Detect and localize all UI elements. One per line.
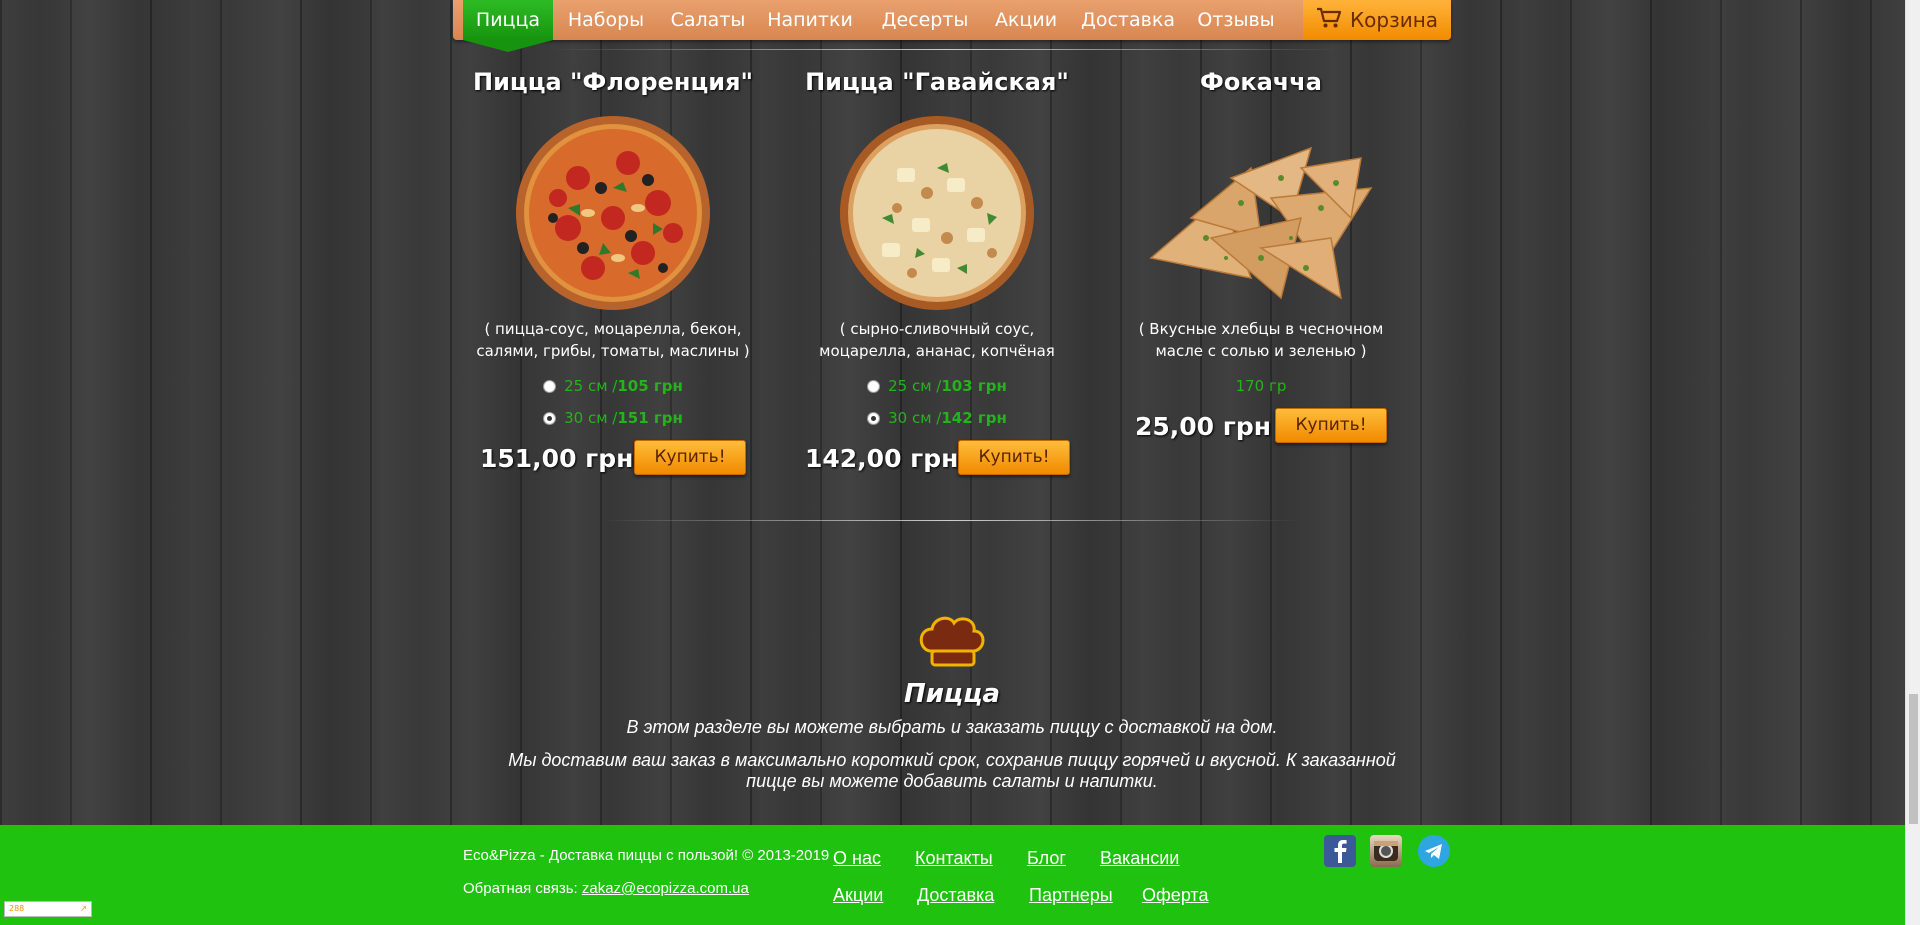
- size-option[interactable]: 30 см / 142 грн: [787, 402, 1087, 434]
- pizza-florence-image: [516, 116, 710, 310]
- footer-link-vacancies[interactable]: Вакансии: [1100, 848, 1179, 869]
- active-tab-pointer: [463, 40, 553, 52]
- radio-button[interactable]: [867, 411, 881, 425]
- product-description: ( пицца-соус, моцарелла, бекон, салями, …: [476, 320, 750, 360]
- cart-button[interactable]: Корзина: [1303, 0, 1451, 40]
- size-options: 25 см / 103 грн 30 см / 142 грн: [787, 370, 1087, 434]
- option-price: 142 грн: [941, 409, 1007, 427]
- product-price: 151,00 грн: [480, 444, 634, 473]
- footer-link-delivery[interactable]: Доставка: [917, 885, 994, 906]
- footer-link-contacts[interactable]: Контакты: [915, 848, 993, 869]
- nav-item-delivery[interactable]: Доставка: [1078, 0, 1178, 40]
- feedback: Обратная связь: zakaz@ecopizza.com.ua: [463, 880, 749, 897]
- option-size: 25 см /: [564, 377, 618, 395]
- copyright: Eco&Pizza - Доставка пиццы с пользой! © …: [463, 847, 830, 864]
- footer-link-about[interactable]: О нас: [833, 848, 881, 869]
- option-price: 151 грн: [617, 409, 683, 427]
- facebook-icon[interactable]: [1324, 835, 1356, 867]
- option-size: 30 см /: [564, 409, 618, 427]
- footer-link-offer[interactable]: Оферта: [1142, 885, 1209, 906]
- nav-item-label: Отзывы: [1197, 9, 1275, 31]
- nav-item-promotions[interactable]: Акции: [988, 0, 1064, 40]
- category-text: Мы доставим ваш заказ в максимально коро…: [508, 750, 1396, 791]
- option-price: 105 грн: [617, 377, 683, 395]
- arrow-icon: ↗: [80, 904, 87, 913]
- buy-button[interactable]: Купить!: [958, 440, 1070, 475]
- nav-item-sets[interactable]: Наборы: [561, 0, 651, 40]
- buy-button[interactable]: Купить!: [634, 440, 746, 475]
- feedback-label: Обратная связь:: [463, 880, 582, 897]
- product-title: Пицца "Гавайская": [805, 68, 1069, 96]
- footer: Eco&Pizza - Доставка пиццы с пользой! © …: [0, 825, 1905, 925]
- category-info: Пицца В этом разделе вы можете выбрать и…: [453, 615, 1451, 792]
- chef-hat-icon: [916, 613, 988, 673]
- buy-row: 142,00 грн Купить!: [787, 440, 1087, 480]
- footer-link-partners[interactable]: Партнеры: [1029, 885, 1113, 906]
- product-price: 142,00 грн: [805, 444, 959, 473]
- nav-item-label: Акции: [994, 9, 1058, 31]
- product-image[interactable]: [787, 108, 1087, 318]
- cart-label: Корзина: [1349, 8, 1439, 32]
- product-card: Пицца "Флоренция" ( пицца-соус, моцарелл…: [463, 66, 763, 480]
- main-nav: Пицца Наборы Салаты Напитки Десерты Акци…: [453, 0, 1451, 52]
- product-weight: 170 гр: [1235, 377, 1287, 395]
- buy-button[interactable]: Купить!: [1275, 408, 1387, 443]
- product-image[interactable]: [1111, 108, 1411, 318]
- buy-row: 151,00 грн Купить!: [463, 440, 763, 480]
- nav-item-drinks[interactable]: Напитки: [765, 0, 855, 40]
- feedback-email-link[interactable]: zakaz@ecopizza.com.ua: [582, 880, 749, 897]
- instagram-icon[interactable]: [1370, 835, 1402, 867]
- option-size: 30 см /: [888, 409, 942, 427]
- nav-item-label: Доставка: [1081, 9, 1175, 31]
- nav-item-label: Пицца: [475, 9, 541, 31]
- category-text: В этом разделе вы можете выбрать и заказ…: [626, 717, 1278, 737]
- nav-item-salads[interactable]: Салаты: [668, 0, 748, 40]
- radio-button[interactable]: [543, 379, 557, 393]
- footer-link-promotions[interactable]: Акции: [833, 885, 883, 906]
- size-option[interactable]: 25 см / 105 грн: [463, 370, 763, 402]
- size-options: 25 см / 105 грн 30 см / 151 грн: [463, 370, 763, 434]
- buy-row: 25,00 грн Купить!: [1111, 408, 1411, 448]
- bottom-divider: [600, 520, 1300, 521]
- product-card: Фокачча ( Вкусные хлебцы в чесночном мас…: [1111, 66, 1411, 448]
- product-description: ( Вкусные хлебцы в чесночном масле с сол…: [1138, 320, 1384, 360]
- product-image[interactable]: [463, 108, 763, 318]
- focaccia-image: [1149, 146, 1373, 300]
- nav-item-reviews[interactable]: Отзывы: [1191, 0, 1281, 40]
- nav-item-desserts[interactable]: Десерты: [877, 0, 973, 40]
- product-title: Фокачча: [1200, 68, 1322, 96]
- product-price: 25,00 грн: [1135, 412, 1272, 441]
- visit-counter[interactable]: 288 ↗: [4, 901, 92, 917]
- footer-link-blog[interactable]: Блог: [1027, 848, 1066, 869]
- product-card: Пицца "Гавайская" ( сырно-сливочный соус…: [787, 66, 1087, 480]
- category-title: Пицца: [903, 679, 1001, 709]
- scrollbar-thumb[interactable]: [1909, 694, 1918, 824]
- nav-item-label: Напитки: [767, 9, 853, 31]
- size-option[interactable]: 25 см / 103 грн: [787, 370, 1087, 402]
- option-price: 103 грн: [941, 377, 1007, 395]
- option-size: 25 см /: [888, 377, 942, 395]
- scrollbar[interactable]: [1905, 0, 1920, 925]
- radio-button[interactable]: [543, 411, 557, 425]
- top-divider: [550, 49, 1340, 50]
- nav-item-label: Наборы: [567, 9, 645, 31]
- product-description: ( сырно-сливочный соус, моцарелла, анана…: [819, 320, 1055, 360]
- telegram-icon[interactable]: [1418, 835, 1450, 867]
- cart-icon: [1316, 6, 1342, 35]
- pizza-hawaiian-image: [840, 116, 1034, 310]
- nav-item-pizza[interactable]: Пицца: [463, 0, 553, 52]
- product-title: Пицца "Флоренция": [473, 68, 753, 96]
- nav-item-label: Салаты: [670, 9, 746, 31]
- counter-value: 288: [9, 904, 25, 913]
- radio-button[interactable]: [867, 379, 881, 393]
- size-option[interactable]: 30 см / 151 грн: [463, 402, 763, 434]
- nav-item-label: Десерты: [881, 9, 969, 31]
